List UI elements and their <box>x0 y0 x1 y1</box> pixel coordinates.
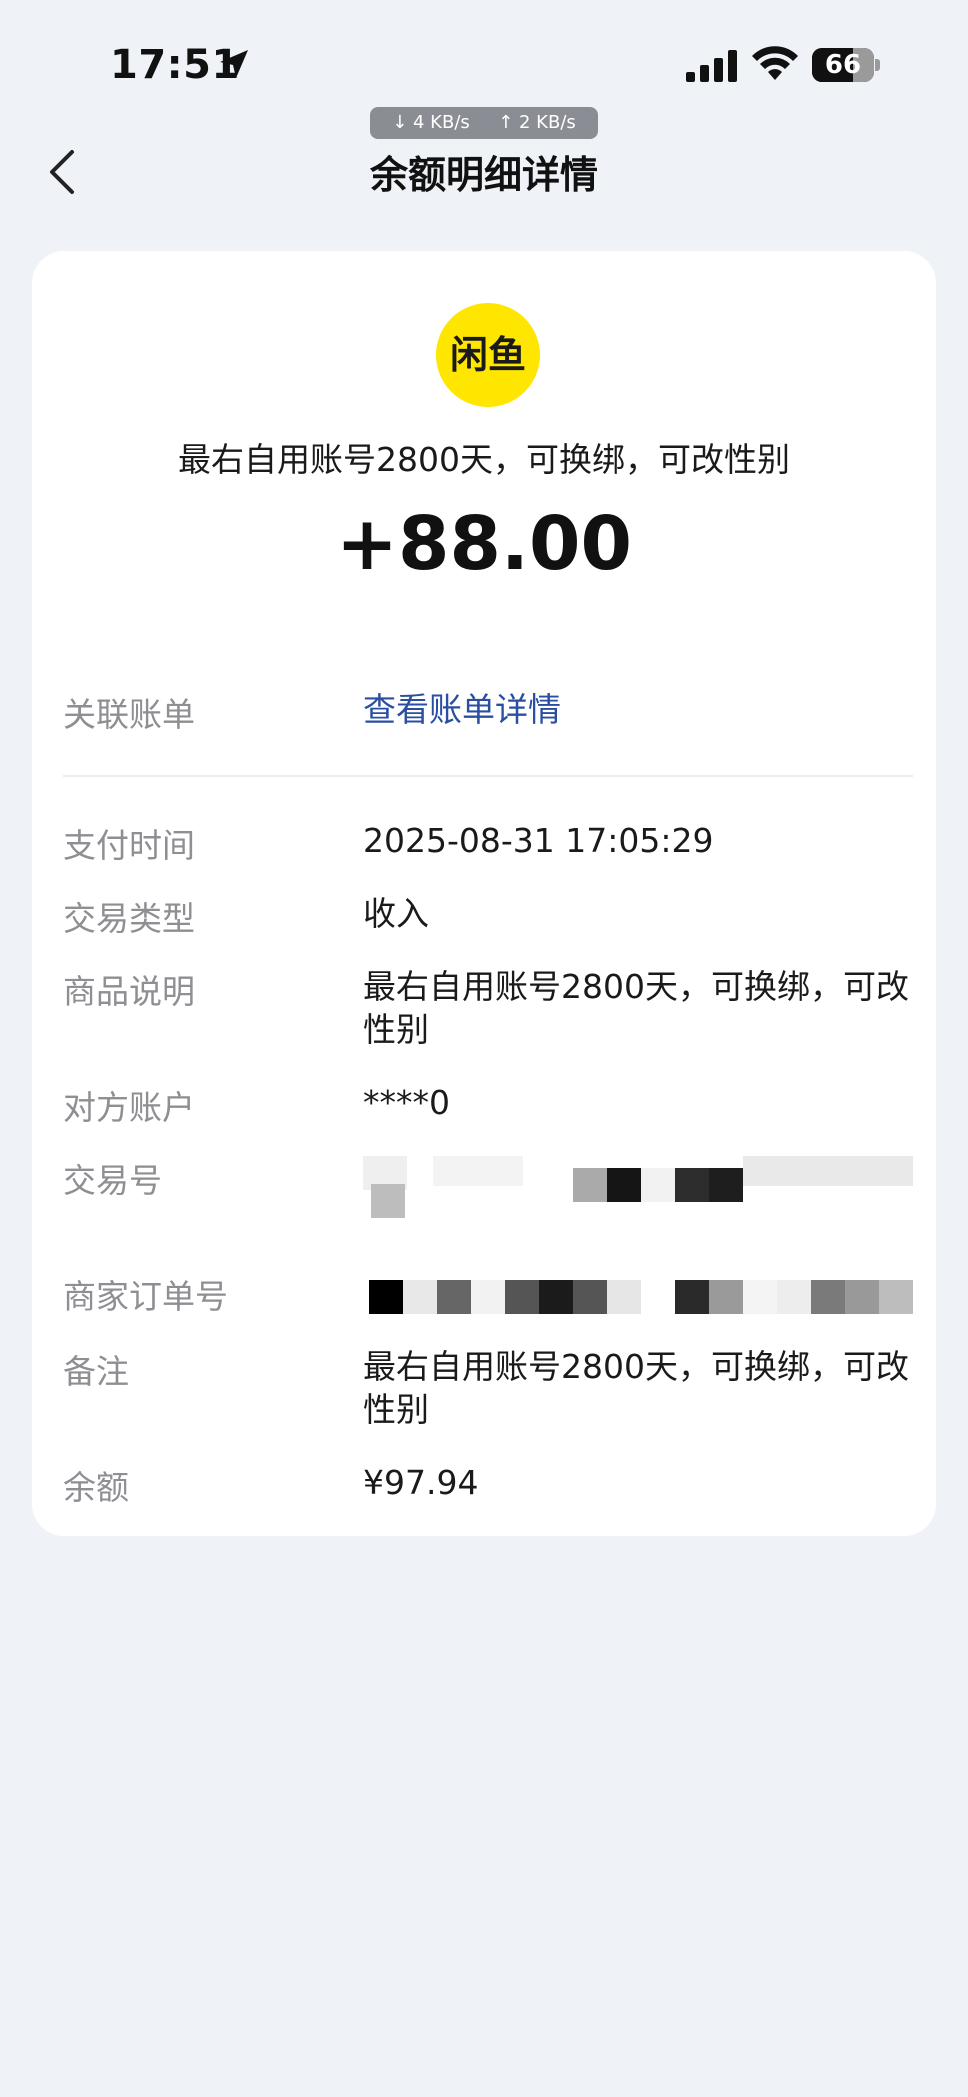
remark-label: 备注 <box>63 1352 129 1391</box>
trade-no-label: 交易号 <box>63 1161 162 1200</box>
view-bill-details-link[interactable]: 查看账单详情 <box>363 688 913 731</box>
battery-percent: 66 <box>824 50 862 80</box>
wifi-icon <box>752 46 798 80</box>
trade-type-label: 交易类型 <box>63 899 195 938</box>
status-bar: 17:51 66 <box>0 0 968 110</box>
location-arrow-icon <box>220 50 248 78</box>
counterparty-label: 对方账户 <box>63 1088 195 1127</box>
remark-value: 最右自用账号2800天，可换绑，可改性别 <box>363 1347 909 1429</box>
trade-type-value: 收入 <box>363 894 429 933</box>
trade-no-redacted <box>363 1154 923 1244</box>
counterparty-value: ****0 <box>363 1083 450 1122</box>
transaction-amount: +88.00 <box>335 501 633 587</box>
balance-value: ¥97.94 <box>363 1463 479 1502</box>
linked-bill-label: 关联账单 <box>63 695 195 734</box>
transaction-detail-card: 闲鱼 最右自用账号2800天，可换绑，可改性别 +88.00 关联账单 查看账单… <box>32 251 936 1536</box>
merchant-logo-text: 闲鱼 <box>449 333 526 377</box>
product-desc-label: 商品说明 <box>63 972 195 1011</box>
product-desc-value: 最右自用账号2800天，可换绑，可改性别 <box>363 967 909 1049</box>
battery-indicator: 66 <box>812 48 880 82</box>
cellular-signal-icon <box>686 50 737 82</box>
balance-label: 余额 <box>63 1468 129 1507</box>
divider <box>63 775 913 777</box>
transaction-description: 最右自用账号2800天，可换绑，可改性别 <box>178 440 790 479</box>
pay-time-label: 支付时间 <box>63 826 195 865</box>
merchant-order-no-label: 商家订单号 <box>63 1277 228 1316</box>
merchant-logo: 闲鱼 <box>436 303 540 407</box>
navigation-bar: 余额明细详情 <box>0 130 968 210</box>
page-title: 余额明细详情 <box>369 153 598 197</box>
pay-time-value: 2025-08-31 17:05:29 <box>363 821 714 860</box>
battery-cap <box>875 59 880 71</box>
